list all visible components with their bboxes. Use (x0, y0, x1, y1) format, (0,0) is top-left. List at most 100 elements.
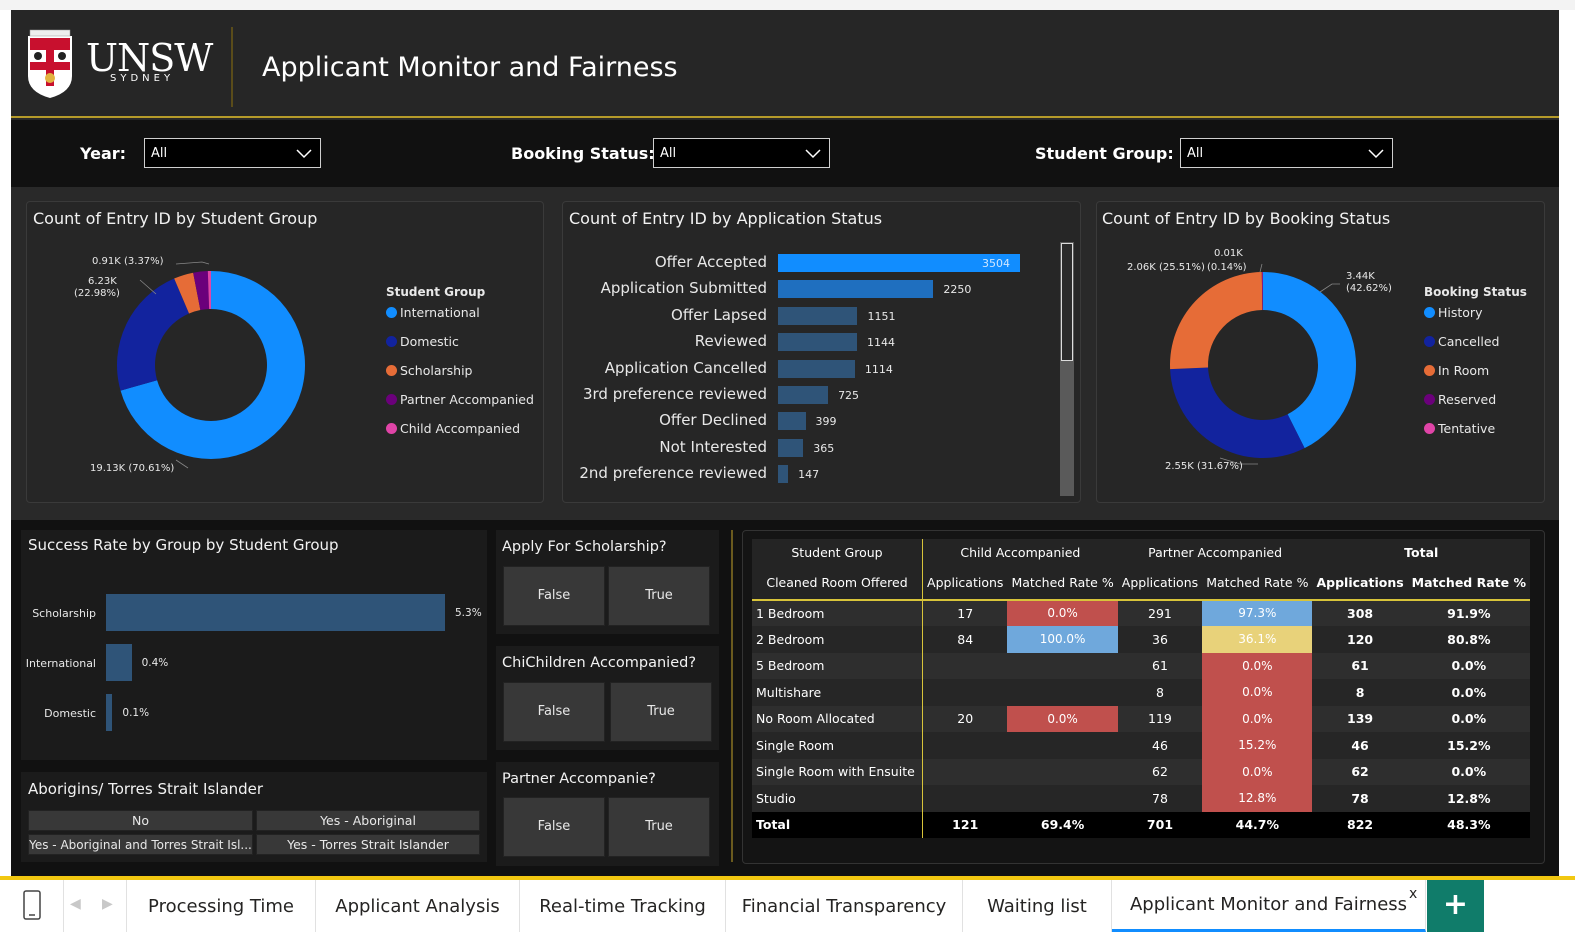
table-row[interactable]: 5 Bedroom 61 0.0% 61 0.0% (752, 652, 1530, 679)
legend-item-scholarship[interactable]: Scholarship (386, 363, 534, 392)
bar-not-interested[interactable] (778, 438, 804, 457)
legend-item-domestic[interactable]: Domestic (386, 334, 534, 363)
scholarship-false-button[interactable]: False (503, 566, 605, 626)
partner-apps-cell: 61 (1152, 658, 1168, 674)
legend-item-history[interactable]: History (1424, 305, 1499, 334)
aboriginal-option-both[interactable]: Yes - Aboriginal and Torres Strait Isl..… (28, 834, 253, 855)
year-dropdown-value: All (151, 146, 168, 161)
close-tab-icon[interactable]: x (1409, 886, 1417, 902)
legend-label: Child Accompanied (400, 421, 521, 436)
table-total-row[interactable]: Total 121 69.4% 701 44.7% 822 48.3% (752, 811, 1530, 838)
matrix-header-child: Child Accompanied (921, 539, 1118, 566)
total-rate-cell: 15.2% (1447, 737, 1491, 753)
child-rate-cell (1007, 679, 1117, 706)
total-rate-cell: 48.3% (1447, 817, 1491, 833)
total-apps-cell: 8 (1355, 684, 1365, 700)
scroll-right-icon[interactable]: ▶ (102, 896, 113, 912)
tab-applicant-monitor[interactable]: Applicant Monitor and Fairness (1112, 880, 1426, 932)
partner-rate-cell: 0.0% (1202, 705, 1313, 732)
partner-rate-cell: 0.0% (1202, 758, 1313, 785)
tab-realtime-tracking[interactable]: Real-time Tracking (520, 880, 726, 932)
partner-apps-cell: 119 (1148, 711, 1172, 727)
legend-item-international[interactable]: International (386, 305, 534, 334)
bar-offer-declined[interactable] (778, 412, 806, 431)
legend-item-tentative[interactable]: Tentative (1424, 421, 1499, 450)
table-row[interactable]: Multishare 8 0.0% 8 0.0% (752, 679, 1530, 706)
table-row[interactable]: No Room Allocated 20 0.0% 119 0.0% 139 0.0% (752, 705, 1530, 732)
page-title: Applicant Monitor and Fairness (262, 52, 678, 83)
table-row[interactable]: 2 Bedroom 84 100.0% 36 36.1% 120 80.8% (752, 626, 1530, 653)
bar-label: Not Interested (659, 437, 767, 456)
bar-label: 2nd preference reviewed (579, 464, 767, 483)
scrollbar-track[interactable] (1060, 242, 1074, 496)
student-group-donut-chart[interactable] (96, 250, 326, 480)
donut-slices (1170, 272, 1356, 458)
total-rate-cell: 91.9% (1447, 605, 1491, 621)
success-bar-international[interactable] (106, 644, 132, 681)
booking-legend-title: Booking Status (1424, 285, 1527, 299)
legend-item-child[interactable]: Child Accompanied (386, 421, 534, 450)
bar-application-submitted[interactable] (778, 280, 934, 299)
scrollbar-thumb[interactable] (1061, 243, 1073, 361)
legend-label: Partner Accompanied (400, 392, 534, 407)
partner-false-button[interactable]: False (503, 797, 605, 857)
tab-applicant-analysis[interactable]: Applicant Analysis (316, 880, 520, 932)
legend-item-partner[interactable]: Partner Accompanied (386, 392, 534, 421)
scroll-left-icon[interactable]: ◀ (70, 896, 81, 912)
booking-label-cancelled: 2.55K (31.67%) (1165, 461, 1243, 472)
booking-status-donut-chart[interactable] (1160, 262, 1366, 468)
table-row[interactable]: 1 Bedroom 17 0.0% 291 97.3% 308 91.9% (752, 599, 1530, 626)
bar-application-cancelled[interactable] (778, 359, 855, 378)
table-row[interactable]: Studio 78 12.8% 78 12.8% (752, 785, 1530, 812)
tab-waiting-list[interactable]: Waiting list (963, 880, 1112, 932)
child-apps-cell: 20 (922, 705, 1008, 732)
tab-financial-transparency[interactable]: Financial Transparency (726, 880, 963, 932)
aboriginal-option-torres-strait[interactable]: Yes - Torres Strait Islander (256, 834, 480, 855)
donut-label-international: 19.13K (70.61%) (90, 463, 175, 474)
children-false-button[interactable]: False (503, 682, 605, 742)
add-page-button[interactable]: + (1427, 880, 1484, 932)
mobile-layout-button[interactable] (0, 880, 64, 932)
legend-dot (1424, 307, 1435, 318)
booking-status-dropdown[interactable]: All (653, 138, 830, 168)
legend-dot (386, 423, 397, 434)
table-row[interactable]: Single Room with Ensuite 62 0.0% 62 0.0% (752, 758, 1530, 785)
legend-dot (1424, 365, 1435, 376)
student-group-dropdown[interactable]: All (1180, 138, 1393, 168)
bar-2nd-preference-reviewed[interactable] (778, 465, 789, 484)
year-dropdown[interactable]: All (144, 138, 321, 168)
scholarship-true-button[interactable]: True (608, 566, 710, 626)
room-matrix-table[interactable]: Student Group Child Accompanied Partner … (752, 539, 1530, 838)
bar-reviewed[interactable] (778, 333, 857, 352)
success-bar-label: Domestic (44, 707, 96, 720)
matrix-header-room: Cleaned Room Offered (766, 574, 908, 590)
success-bar-domestic[interactable] (106, 694, 113, 731)
partner-apps-cell: 701 (1146, 817, 1174, 833)
partner-true-button[interactable]: True (608, 797, 710, 857)
donut-slice-cancelled[interactable] (1170, 367, 1305, 458)
children-true-button[interactable]: True (610, 682, 712, 742)
partner-apps-cell: 78 (1152, 790, 1168, 806)
legend-item-cancelled[interactable]: Cancelled (1424, 334, 1499, 363)
legend-item-reserved[interactable]: Reserved (1424, 392, 1499, 421)
success-bar-value: 0.1% (122, 707, 150, 719)
success-bar-scholarship[interactable] (106, 594, 445, 631)
application-status-bar-chart[interactable]: Offer Accepted 3504 Application Submitted 2… (567, 252, 1057, 492)
bar-offer-lapsed[interactable] (778, 306, 858, 325)
bar-3rd-preference-reviewed[interactable] (778, 386, 829, 404)
total-rate-cell: 0.0% (1451, 658, 1487, 674)
donut-slice-domestic[interactable] (117, 278, 190, 391)
legend-item-inroom[interactable]: In Room (1424, 363, 1499, 392)
donut-slice-in-room[interactable] (1170, 272, 1263, 370)
aboriginal-option-yes-aboriginal[interactable]: Yes - Aboriginal (256, 810, 480, 831)
tab-processing-time[interactable]: Processing Time (127, 880, 316, 932)
total-rate-cell: 12.8% (1447, 790, 1491, 806)
aboriginal-option-no[interactable]: No (28, 810, 253, 831)
logo-subtext: SYDNEY (110, 73, 175, 84)
table-row[interactable]: Single Room 46 15.2% 46 15.2% (752, 732, 1530, 759)
child-rate-cell (1007, 785, 1117, 812)
success-rate-bar-chart[interactable]: Scholarship 5.3% International 0.4% Domestic… (21, 590, 487, 740)
total-apps-cell: 61 (1351, 658, 1369, 674)
bar-label: 3rd preference reviewed (582, 385, 767, 403)
matrix-header-group: Student Group (791, 544, 883, 560)
